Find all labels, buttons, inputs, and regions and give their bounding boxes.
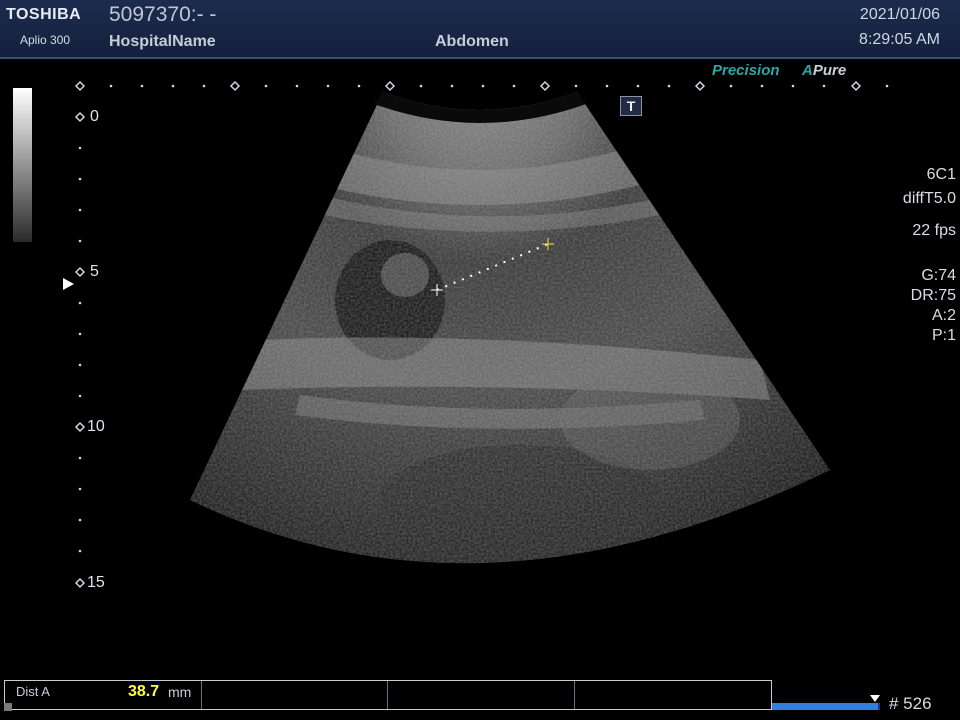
precision-logo: Precision: [712, 62, 780, 79]
frame-number: # 526: [889, 694, 932, 713]
depth-label-5: 5: [90, 263, 99, 280]
preset-label: diffT5.0: [902, 190, 956, 207]
measurement-cell-empty: [201, 681, 388, 709]
apure-logo-text: Pure: [812, 62, 847, 79]
depth-label-10: 10: [87, 418, 105, 435]
measurement-cell-empty: [575, 681, 770, 709]
dynamic-range-value: DR:75: [910, 287, 956, 304]
measurement-cell-dist-a[interactable]: Dist A 38.7 mm: [5, 681, 202, 709]
corner-indicator: [4, 703, 12, 711]
gain-value: G:74: [921, 267, 956, 284]
measurement-results-bar: Dist A 38.7 mm: [4, 680, 772, 710]
depth-scale: [74, 111, 86, 589]
ultrasound-image[interactable]: [0, 0, 960, 720]
measurement-label: Dist A: [16, 684, 50, 699]
measurement-cell-empty: [388, 681, 575, 709]
measurement-unit: mm: [168, 684, 192, 700]
probe-label: 6C1: [926, 166, 956, 183]
a-value: A:2: [931, 307, 956, 324]
cine-position-marker-icon[interactable]: [870, 695, 880, 702]
measurement-value: 38.7: [128, 683, 160, 700]
depth-label-15: 15: [87, 574, 105, 591]
p-value: P:1: [931, 327, 956, 344]
text-annotation-button[interactable]: T: [620, 96, 642, 116]
cine-scrollbar-fill: [772, 703, 878, 710]
cine-scrollbar[interactable]: [772, 703, 880, 710]
grayscale-bar: [13, 88, 32, 242]
apure-logo: APure: [802, 62, 846, 79]
frame-rate: 22 fps: [912, 222, 956, 239]
focus-marker-icon[interactable]: [63, 278, 74, 290]
depth-label-0: 0: [90, 108, 99, 125]
apure-logo-a: A: [802, 62, 813, 79]
lateral-scale: [74, 80, 862, 92]
